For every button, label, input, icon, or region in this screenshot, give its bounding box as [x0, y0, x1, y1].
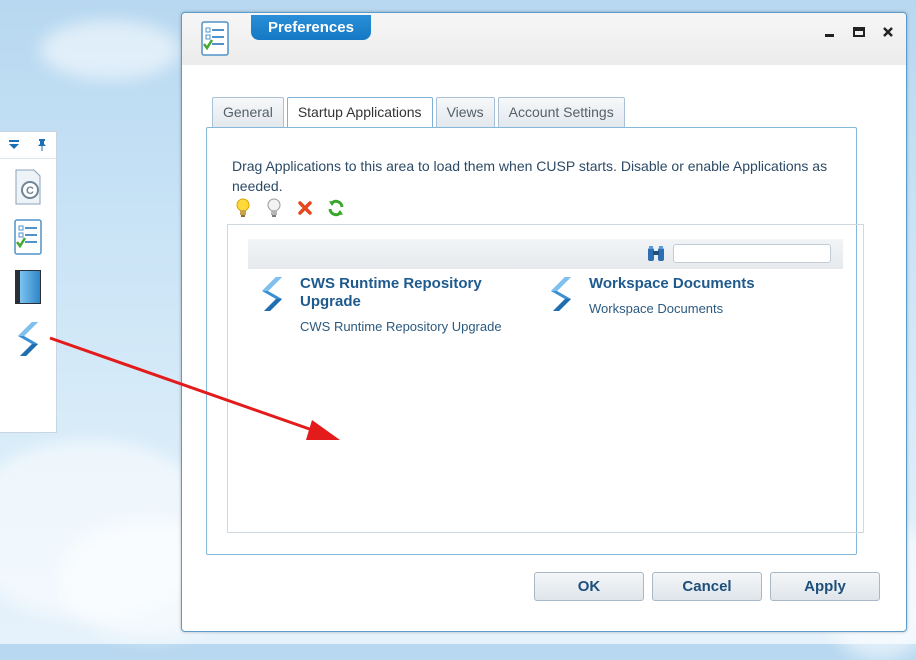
annotation-arrow [49, 336, 340, 440]
